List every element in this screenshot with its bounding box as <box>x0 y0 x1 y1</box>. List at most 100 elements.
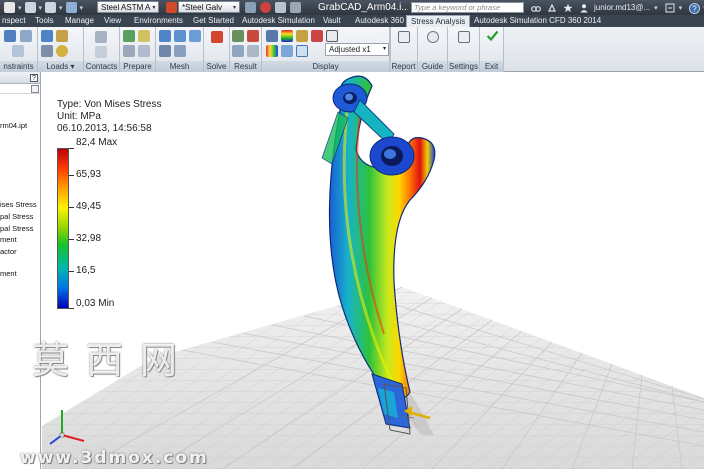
binoculars-icon[interactable] <box>531 3 541 13</box>
panel-label-prepare: Prepare <box>120 61 155 72</box>
panel-label-mesh: Mesh <box>156 61 203 72</box>
tree-item-strain-moment[interactable]: ment <box>0 269 17 278</box>
tab-environments[interactable]: Environments <box>134 15 183 27</box>
extra-icon[interactable] <box>290 2 301 13</box>
browser-help-button[interactable]: ? <box>30 74 38 82</box>
legend-unit: Unit: MPa <box>57 111 101 122</box>
displacement-scale-combo[interactable]: Adjusted x1 ▾ <box>325 43 389 56</box>
shell-icon[interactable] <box>123 45 135 57</box>
convergence-icon[interactable] <box>159 45 171 57</box>
browser-header: ? <box>0 72 40 84</box>
same-scale-icon[interactable] <box>266 30 278 42</box>
legend-tick-label: 16,5 <box>76 265 96 276</box>
tab-autodesk-simulation[interactable]: Autodesk Simulation <box>242 15 315 27</box>
mesh-refine-icon[interactable] <box>174 45 186 57</box>
tab-autodesk-360[interactable]: Autodesk 360 <box>355 15 404 27</box>
browser-filter-icon[interactable] <box>31 85 39 93</box>
lower-eye <box>369 136 415 176</box>
smooth-shading-icon[interactable] <box>311 30 323 42</box>
help-icon[interactable]: ? <box>689 2 701 14</box>
boundary-conditions-icon[interactable] <box>296 30 308 42</box>
min-icon[interactable] <box>296 45 308 57</box>
split-icon[interactable] <box>138 45 150 57</box>
document-title: GrabCAD_Arm04.i... <box>318 2 408 13</box>
automatic-contacts-icon[interactable] <box>95 31 107 43</box>
finish-stress-analysis-icon[interactable] <box>486 29 499 44</box>
appearance-combo[interactable]: *Steel Galv ▾ <box>178 1 240 13</box>
tab-vault[interactable]: Vault <box>323 15 341 27</box>
home-icon[interactable] <box>4 2 15 13</box>
simulate-icon[interactable] <box>211 31 223 43</box>
legend-date: 06.10.2013, 14:56:58 <box>57 123 152 134</box>
panel-label-solve: Solve <box>204 61 229 72</box>
dropdown-arrow-icon[interactable]: ▾ <box>80 4 84 12</box>
user-name[interactable]: junior.md13@... <box>594 3 650 12</box>
convergence-plot-icon[interactable] <box>232 45 244 57</box>
dropdown-arrow-icon[interactable]: ▾ <box>18 4 22 12</box>
animate-icon[interactable] <box>232 30 244 42</box>
settings-icon[interactable] <box>458 31 470 43</box>
color-icon[interactable] <box>260 2 271 13</box>
pin-constraint-icon[interactable] <box>20 30 32 42</box>
undo-icon[interactable] <box>24 2 36 13</box>
user-icon[interactable] <box>579 3 589 13</box>
subscription-icon[interactable] <box>547 3 557 13</box>
simplify-icon[interactable] <box>123 30 135 42</box>
manual-contact-icon[interactable] <box>95 46 107 58</box>
exchange-icon[interactable] <box>665 3 675 13</box>
tab-get-started[interactable]: Get Started <box>193 15 234 27</box>
search-input[interactable]: Type a keyword or phrase <box>411 2 524 13</box>
tab-manage[interactable]: Manage <box>65 15 94 27</box>
select-icon[interactable] <box>65 2 77 13</box>
panel-label-contacts: Contacts <box>84 61 119 72</box>
tab-autodesk-simulation-cfd[interactable]: Autodesk Simulation CFD 360 2014 <box>474 15 601 27</box>
tree-item-von-mises[interactable]: ises Stress <box>0 200 37 209</box>
tree-item-safety-factor[interactable]: actor <box>0 247 17 256</box>
dropdown-arrow-icon[interactable]: ▾ <box>59 4 63 12</box>
pressure-icon[interactable] <box>56 30 68 42</box>
tab-tools[interactable]: Tools <box>35 15 54 27</box>
max-icon[interactable] <box>326 30 338 42</box>
dropdown-arrow-icon[interactable]: ▾ <box>654 4 658 12</box>
tree-item-part[interactable]: rm04.ipt <box>0 121 27 130</box>
panel-label-constraints: nstraints <box>0 61 37 72</box>
tree-item-1st-principal[interactable]: pal Stress <box>0 212 33 221</box>
tab-view[interactable]: View <box>104 15 121 27</box>
appearance-icon[interactable] <box>166 2 177 13</box>
dropdown-arrow-icon[interactable]: ▾ <box>679 4 683 12</box>
color-bar[interactable] <box>57 148 69 309</box>
contour-shading-icon[interactable] <box>266 45 278 57</box>
report-icon[interactable] <box>398 31 410 43</box>
tree-item-3rd-principal[interactable]: pal Stress <box>0 224 33 233</box>
graphics-window[interactable]: Type: Von Mises Stress Unit: MPa 06.10.2… <box>42 72 704 469</box>
fx-icon[interactable] <box>275 2 286 13</box>
panel-report: Report <box>390 27 418 72</box>
bearing-load-icon[interactable] <box>41 45 53 57</box>
frictionless-constraint-icon[interactable] <box>12 45 24 57</box>
no-shading-icon[interactable] <box>281 45 293 57</box>
force-icon[interactable] <box>41 30 53 42</box>
tab-inspect[interactable]: nspect <box>2 15 26 27</box>
browser-toolbar <box>0 84 40 94</box>
mesh-settings-icon[interactable] <box>174 30 186 42</box>
legend-tick-label: 32,98 <box>76 233 102 244</box>
mesh-view-icon[interactable] <box>159 30 171 42</box>
tab-stress-analysis[interactable]: Stress Analysis <box>406 15 471 27</box>
redo-icon[interactable] <box>45 2 57 13</box>
panel-loads: Loads ▾ <box>38 27 84 72</box>
material-combo[interactable]: Steel ASTM A ▾ <box>97 1 159 13</box>
fixed-constraint-icon[interactable] <box>4 30 16 42</box>
favorites-star-icon[interactable] <box>563 3 573 13</box>
dropdown-arrow-icon[interactable]: ▾ <box>39 4 43 12</box>
clear-override-icon[interactable] <box>245 2 256 13</box>
probe-icon[interactable] <box>247 30 259 42</box>
titlebar-right-tools: junior.md13@... ▾ ▾ ? ▾ <box>528 0 704 15</box>
moment-icon[interactable] <box>56 45 68 57</box>
color-bar-icon[interactable] <box>281 30 293 42</box>
idealize-icon[interactable] <box>138 30 150 42</box>
parametric-icon[interactable] <box>247 45 259 57</box>
guide-icon[interactable] <box>427 31 439 43</box>
local-mesh-icon[interactable] <box>189 30 201 42</box>
tree-item-displacement[interactable]: ment <box>0 235 17 244</box>
panel-mesh: Mesh <box>156 27 204 72</box>
